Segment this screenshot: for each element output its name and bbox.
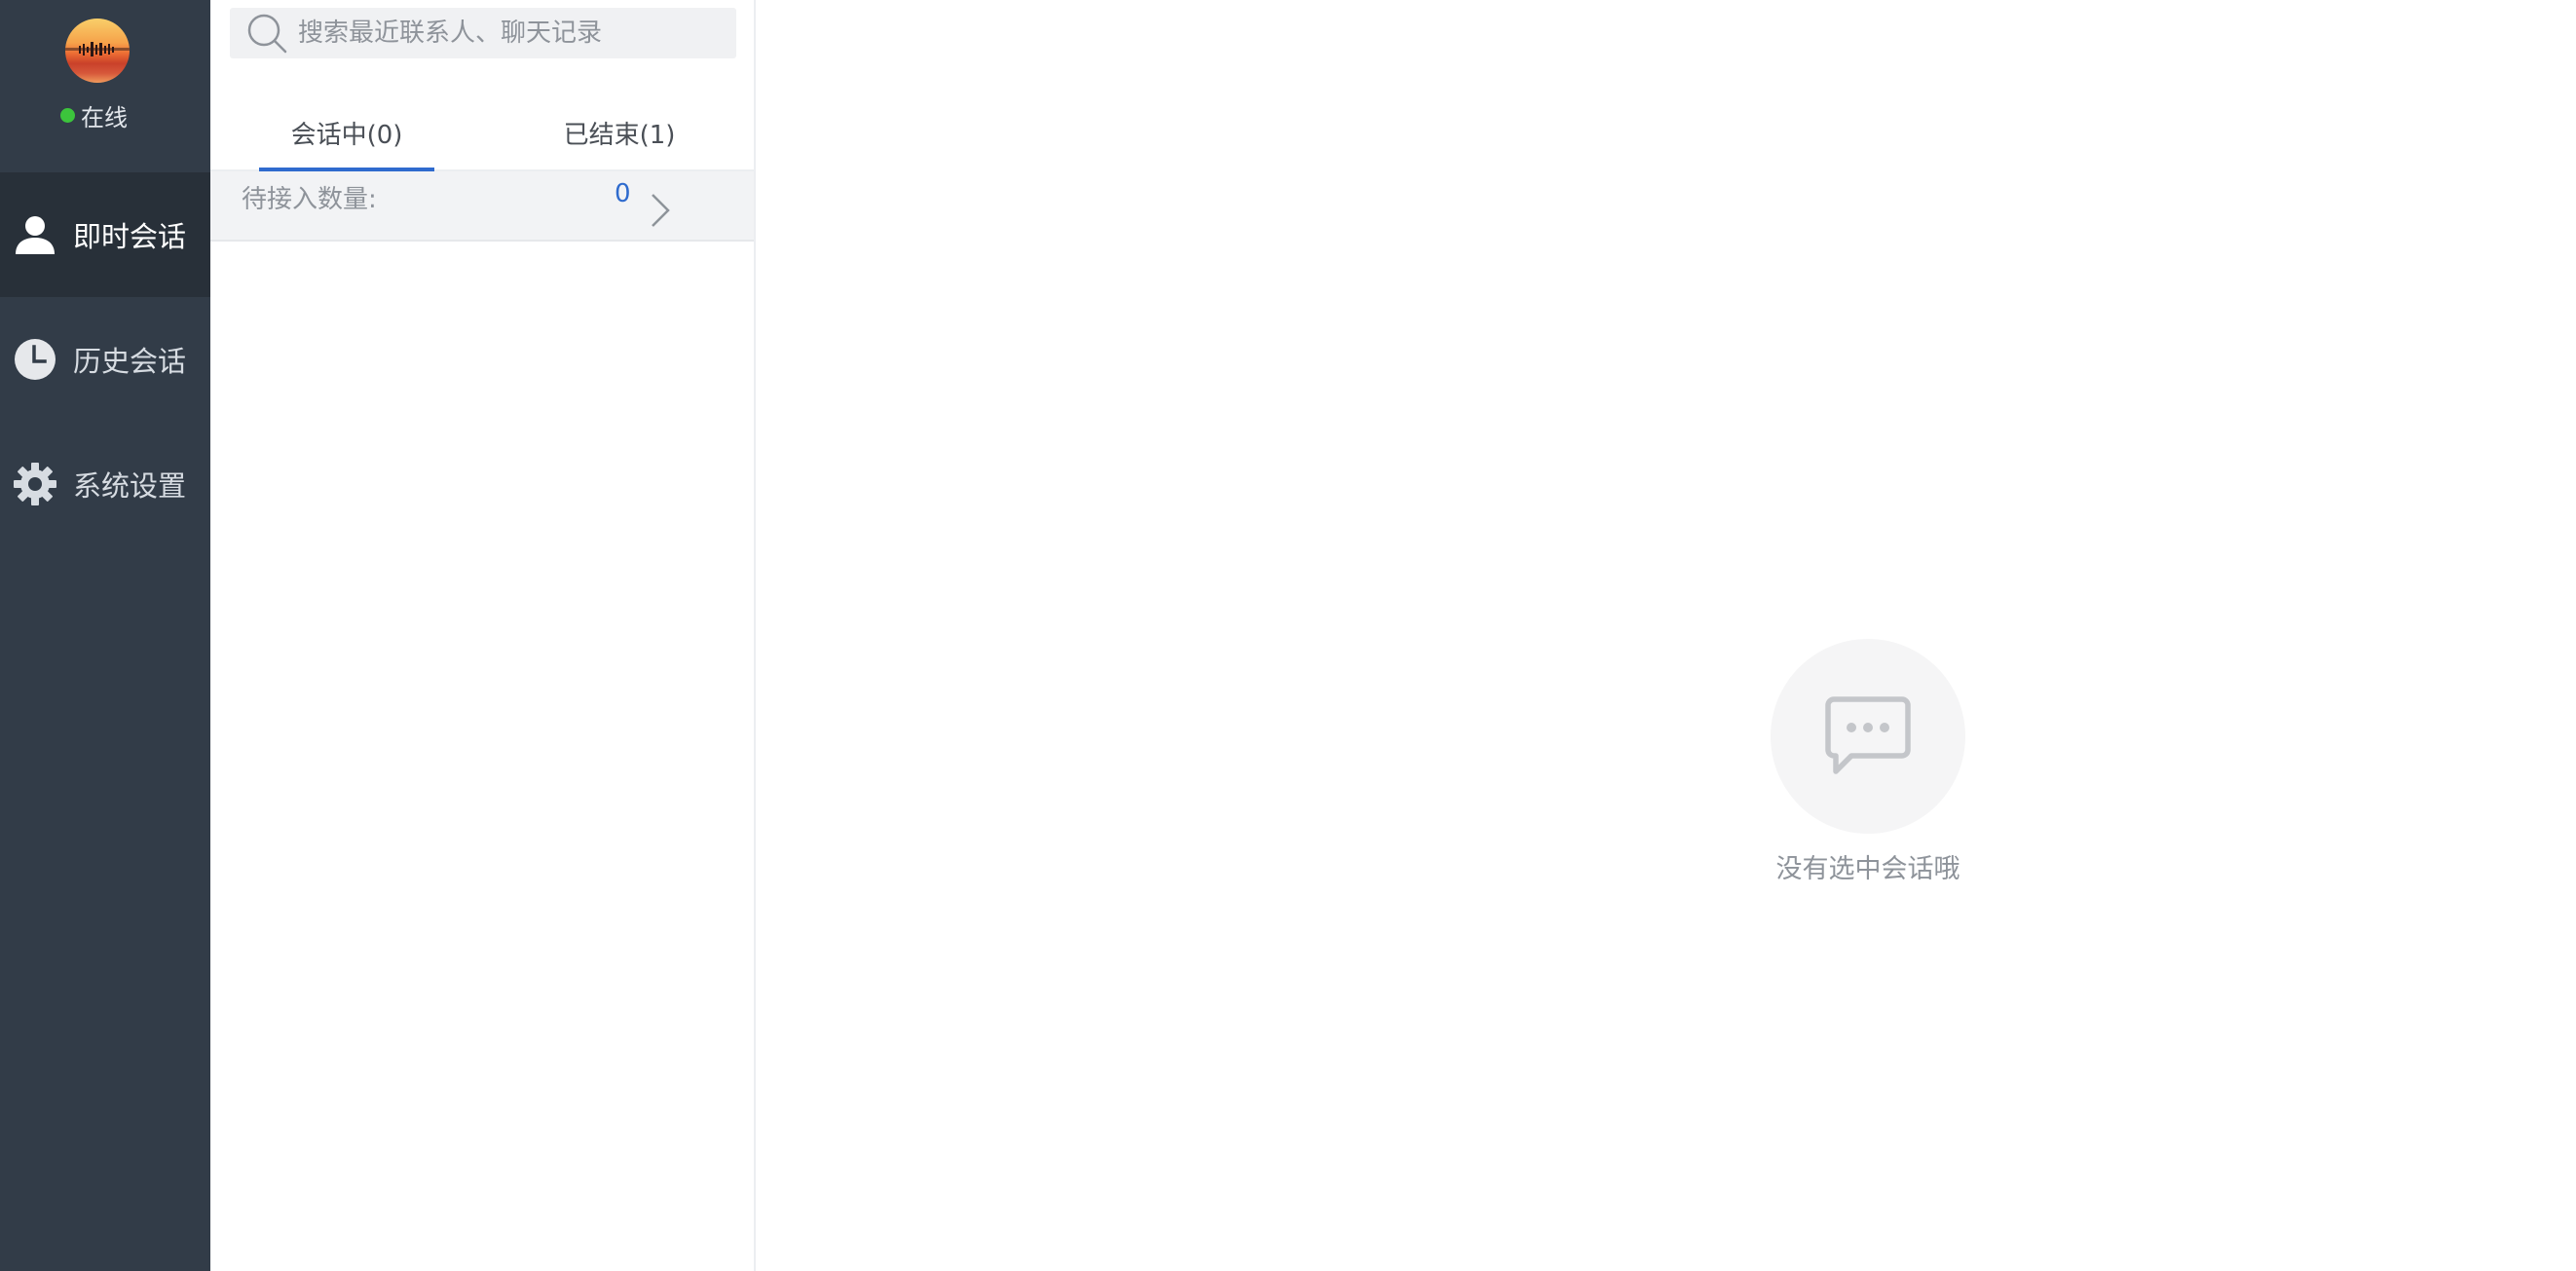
status-dot-icon: [60, 107, 75, 123]
gear-icon: [13, 462, 57, 506]
pending-count: 0: [615, 179, 631, 208]
nav-item-settings[interactable]: 系统设置: [0, 422, 210, 546]
tab-label: 会话中(0): [290, 120, 403, 150]
pending-label: 待接入数量:: [242, 185, 377, 214]
nav-item-history[interactable]: 历史会话: [0, 297, 210, 422]
nav-item-label: 系统设置: [73, 469, 187, 503]
avatar-image: [65, 42, 130, 56]
nav-item-instant-chat[interactable]: 即时会话: [0, 172, 210, 297]
online-status[interactable]: 在线: [60, 98, 128, 131]
chevron-right-icon: [652, 194, 670, 227]
tab-label: 已结束(1): [563, 120, 676, 150]
tab-in-session[interactable]: 会话中(0): [259, 93, 434, 171]
app-window: 在线 即时会话 历史会话 系统设置 搜索最近联系人、聊天记录 会话中(0) 已结…: [0, 0, 2576, 1271]
clock-icon: [13, 337, 57, 382]
empty-state-text: 没有选中会话哦: [1775, 854, 1960, 884]
status-label: 在线: [81, 103, 128, 131]
empty-state: 没有选中会话哦: [1732, 639, 2004, 885]
empty-state-icon-wrapper: [1771, 639, 1965, 834]
pending-queue-bar[interactable]: 待接入数量: 0: [210, 171, 754, 242]
conversation-list-panel: 会话中(0) 已结束(1) 待接入数量: 0: [210, 0, 756, 1271]
nav-item-label: 历史会话: [73, 345, 187, 378]
conversation-tabs: 会话中(0) 已结束(1): [210, 93, 754, 171]
left-sidebar: 在线 即时会话 历史会话 系统设置: [0, 0, 210, 1271]
nav-item-label: 即时会话: [73, 220, 187, 253]
search-icon: [245, 12, 288, 55]
search-input[interactable]: [298, 19, 717, 48]
search-box[interactable]: [230, 8, 736, 58]
chat-bubble-icon: [1825, 696, 1911, 774]
user-icon: [13, 212, 57, 257]
tab-ended[interactable]: 已结束(1): [522, 93, 717, 171]
avatar[interactable]: [65, 19, 130, 83]
